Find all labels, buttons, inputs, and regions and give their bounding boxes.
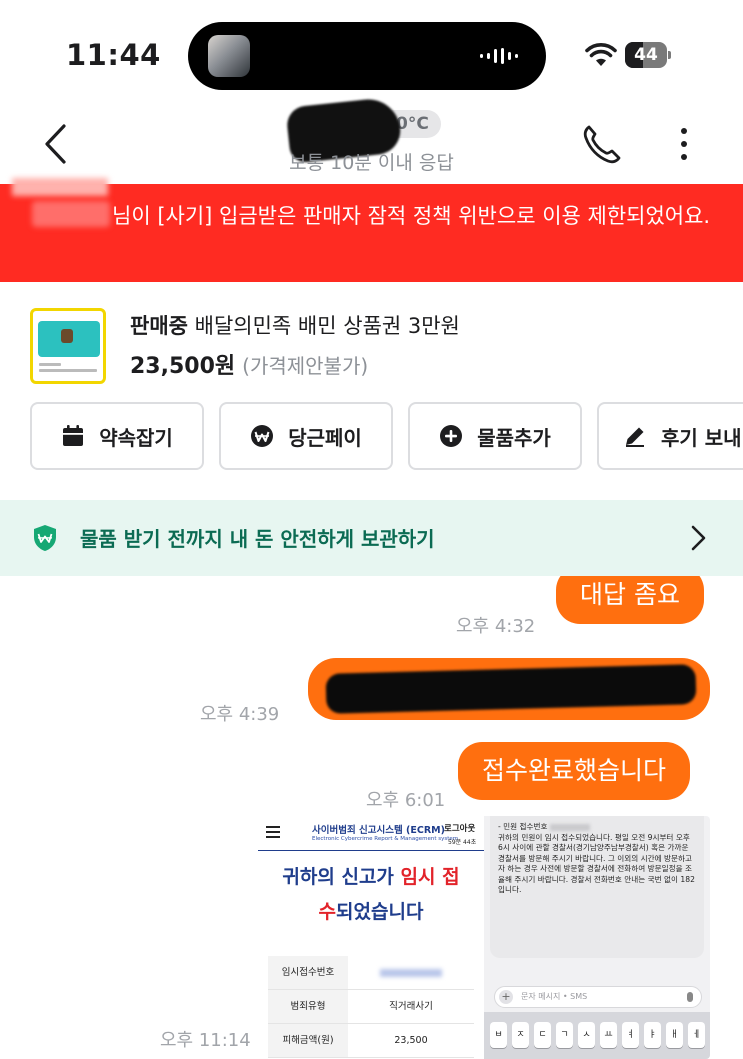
schedule-label: 약속잡기 [99, 425, 173, 450]
plus-circle-icon [440, 425, 463, 447]
redacted-receipt-number [380, 968, 442, 977]
shield-icon [34, 525, 56, 551]
karrot-pay-label: 당근페이 [288, 425, 362, 450]
chevron-right-icon [691, 525, 706, 551]
response-time: 보통 10분 이내 응답 [289, 152, 454, 174]
message-timestamp: 오후 4:39 [200, 704, 280, 725]
redacted-message-bubble[interactable] [308, 658, 710, 720]
safe-payment-text: 물품 받기 전까지 내 돈 안전하게 보관하기 [80, 527, 435, 551]
chat-header: 0°C 보통 10분 이내 응답 [0, 96, 743, 182]
add-item-button[interactable]: 물품추가 [408, 402, 582, 470]
product-thumbnail [30, 308, 106, 384]
product-status: 판매중 [130, 314, 188, 338]
phone-icon[interactable] [580, 122, 624, 166]
battery-percent: 44 [634, 45, 658, 65]
status-bar: 11:44 44 [0, 0, 743, 100]
battery-icon: 44 [625, 42, 671, 68]
ecrm-headline: 귀하의 신고가 임시 접 수되었습니다 [282, 866, 460, 923]
table-row: 임시접수번호 [268, 956, 474, 990]
image-message[interactable]: 사이버범죄 신고시스템 (ECRM) Electronic Cybercrime… [258, 816, 710, 1059]
safe-payment-banner[interactable]: 물품 받기 전까지 내 돈 안전하게 보관하기 [0, 500, 743, 576]
product-title: 배달의민족 배민 상품권 3만원 [194, 314, 460, 338]
sms-screenshot: - 민원 접수번호 귀하의 민원이 임시 접수되었습니다. 평일 오전 9시부터… [484, 816, 710, 1059]
message-timestamp: 오후 11:14 [160, 1030, 251, 1051]
message-bubble[interactable]: 대답 좀요 [556, 576, 704, 624]
add-item-label: 물품추가 [477, 425, 551, 450]
calendar-icon [63, 425, 84, 446]
schedule-button[interactable]: 약속잡기 [30, 402, 204, 470]
notice-text: 님이 [사기] 입금받은 판매자 잠적 정책 위반으로 이용 제한되었어요. [112, 204, 711, 228]
send-review-label: 후기 보내 [661, 425, 742, 450]
ecrm-timer: 59분 44초 [448, 839, 477, 846]
restriction-notice: 님이 [사기] 입금받은 판매자 잠적 정책 위반으로 이용 제한되었어요. [0, 178, 743, 282]
mic-icon [687, 992, 693, 1002]
product-price: 23,500원 [130, 354, 236, 379]
message-timestamp: 오후 4:32 [456, 616, 536, 637]
ecrm-title: 사이버범죄 신고시스템 (ECRM) [312, 825, 445, 836]
redacted-user-name [32, 201, 110, 227]
more-vertical-icon[interactable] [672, 122, 696, 166]
menu-icon [266, 826, 280, 838]
product-summary[interactable]: 판매중 배달의민족 배민 상품권 3만원 23,500원 (가격제안불가) [0, 296, 743, 392]
message-bubble[interactable]: 접수완료했습니다 [458, 742, 691, 800]
sms-message: - 민원 접수번호 귀하의 민원이 임시 접수되었습니다. 평일 오전 9시부터… [490, 816, 704, 958]
wifi-icon [585, 43, 617, 66]
ecrm-screenshot: 사이버범죄 신고시스템 (ECRM) Electronic Cybercrime… [258, 816, 484, 1059]
ecrm-subtitle: Electronic Cybercrime Report & Managemen… [312, 836, 459, 842]
status-time: 11:44 [66, 38, 161, 72]
audio-waveform-icon [480, 48, 524, 64]
report-table: 임시접수번호 범죄유형 직거래사기 피해금액(원) 23,500 [268, 956, 474, 1058]
ecrm-logout: 로그아웃 [444, 824, 476, 834]
action-chips: 약속잡기 당근페이 물품추가 후기 보내 [0, 402, 743, 472]
product-title-line: 판매중 배달의민족 배민 상품권 3만원 [130, 310, 460, 340]
won-pay-icon [251, 425, 274, 447]
chat-messages[interactable]: 대답 좀요 오후 4:32 오후 4:39 접수완료했습니다 오후 6:01 사… [0, 576, 743, 1059]
pencil-icon [626, 427, 644, 447]
price-note: (가격제안불가) [242, 354, 369, 378]
product-price-line: 23,500원 (가격제안불가) [130, 348, 368, 380]
send-review-button[interactable]: 후기 보내 [597, 402, 743, 470]
now-playing-artwork [208, 35, 250, 77]
keyboard: ㅂ ㅈ ㄷ ㄱ ㅅ ㅛ ㅕ ㅑ ㅐ ㅔ [484, 1012, 710, 1059]
message-timestamp: 오후 6:01 [366, 790, 446, 811]
dynamic-island[interactable] [188, 22, 546, 90]
sms-input-field: + 문자 메시지 • SMS [494, 986, 702, 1008]
karrot-pay-button[interactable]: 당근페이 [219, 402, 393, 470]
plus-icon: + [499, 990, 513, 1004]
table-row: 피해금액(원) 23,500 [268, 1024, 474, 1058]
table-row: 범죄유형 직거래사기 [268, 990, 474, 1024]
